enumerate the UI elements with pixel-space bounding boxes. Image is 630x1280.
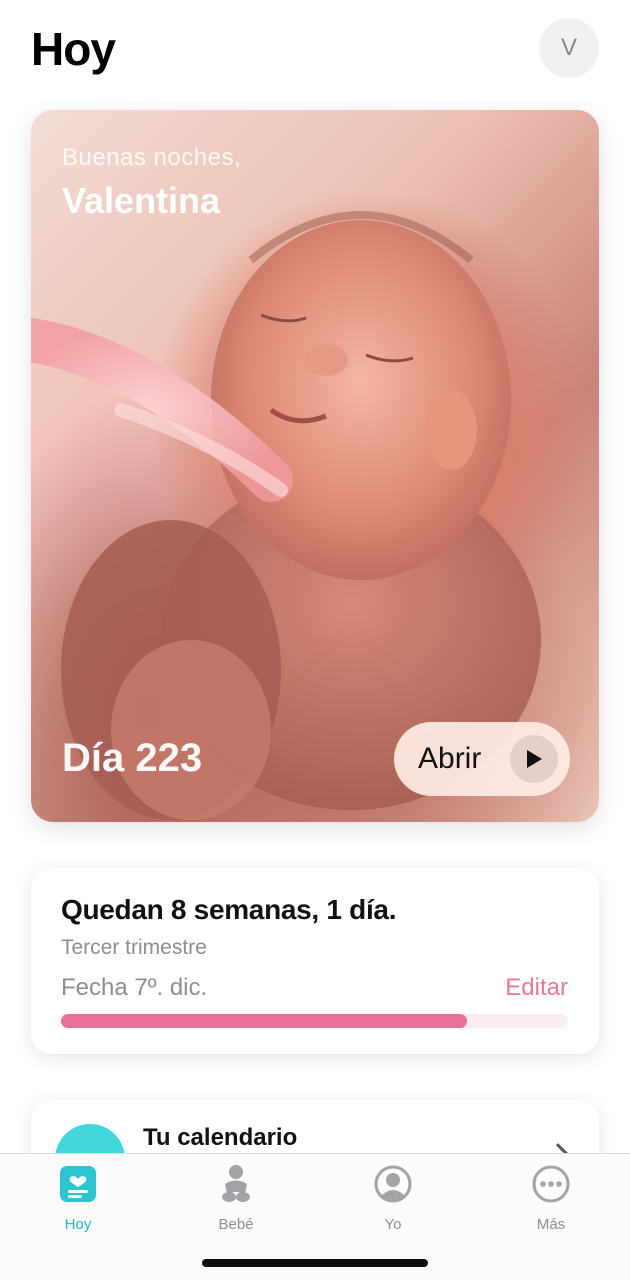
- tab-label: Hoy: [64, 1216, 92, 1233]
- pregnancy-progress-bar: [61, 1014, 568, 1028]
- edit-due-date-link[interactable]: Editar: [505, 974, 568, 1002]
- today-icon: [58, 1164, 98, 1204]
- fetus-hero-card[interactable]: Buenas noches, Valentina Día 223 Abrir: [31, 110, 599, 822]
- home-indicator: [202, 1259, 428, 1267]
- user-name: Valentina: [62, 180, 221, 221]
- pregnancy-progress-fill: [61, 1014, 467, 1028]
- more-icon: [531, 1164, 571, 1204]
- profile-icon: [373, 1164, 413, 1204]
- trimester-label: Tercer trimestre: [61, 936, 207, 959]
- open-button[interactable]: Abrir: [394, 722, 570, 796]
- due-date-label: Fecha 7º. dic.: [61, 974, 208, 1001]
- tab-hoy[interactable]: Hoy: [23, 1164, 133, 1234]
- avatar[interactable]: V: [539, 18, 599, 78]
- tab-label: Yo: [384, 1216, 402, 1233]
- tab-label: Bebé: [218, 1216, 254, 1233]
- tab-label: Más: [536, 1216, 566, 1233]
- page-title: Hoy: [31, 23, 116, 75]
- greeting-text: Buenas noches,: [62, 144, 242, 171]
- play-icon: [510, 735, 558, 783]
- tab-yo[interactable]: Yo: [338, 1164, 448, 1234]
- pregnancy-progress-card[interactable]: Quedan 8 semanas, 1 día. Tercer trimestr…: [31, 868, 599, 1054]
- weeks-remaining-text: Quedan 8 semanas, 1 día.: [61, 894, 397, 925]
- header: Hoy V: [0, 0, 630, 100]
- tab-mas[interactable]: Más: [496, 1164, 606, 1234]
- baby-icon: [216, 1164, 256, 1204]
- tab-bebe[interactable]: Bebé: [181, 1164, 291, 1234]
- pregnancy-day-label: Día 223: [62, 736, 203, 780]
- calendar-title: Tu calendario: [143, 1124, 298, 1151]
- open-button-label: Abrir: [418, 742, 482, 775]
